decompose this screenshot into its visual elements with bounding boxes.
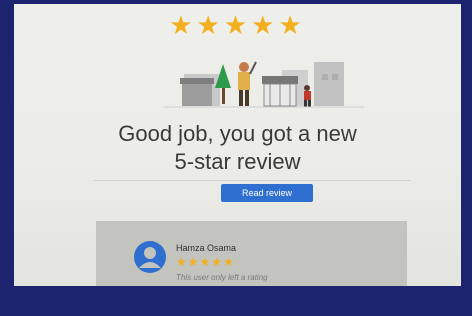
celebration-illustration (164, 61, 364, 108)
read-review-button[interactable]: Read review (221, 184, 313, 202)
storefront-icon (180, 78, 214, 106)
headline-line-1: Good job, you got a new (118, 121, 357, 146)
divider (94, 180, 411, 181)
market-stall-icon (262, 76, 298, 107)
avatar-user-icon (134, 241, 166, 273)
reviewer-name: Hamza Osama (176, 243, 237, 253)
headline: Good job, you got a new 5-star review (14, 120, 461, 176)
review-text: This user only left a rating (176, 273, 268, 282)
screen: ★★★★★ Good job, you got a new 5-star rev… (14, 4, 461, 286)
review-card: Hamza Osama ★★★★★ This user only left a … (96, 221, 407, 286)
person-with-camera-icon (238, 61, 257, 106)
review-rating-stars: ★★★★★ (176, 255, 235, 269)
rating-stars-header: ★★★★★ (169, 10, 306, 40)
headline-line-2: 5-star review (174, 149, 301, 174)
